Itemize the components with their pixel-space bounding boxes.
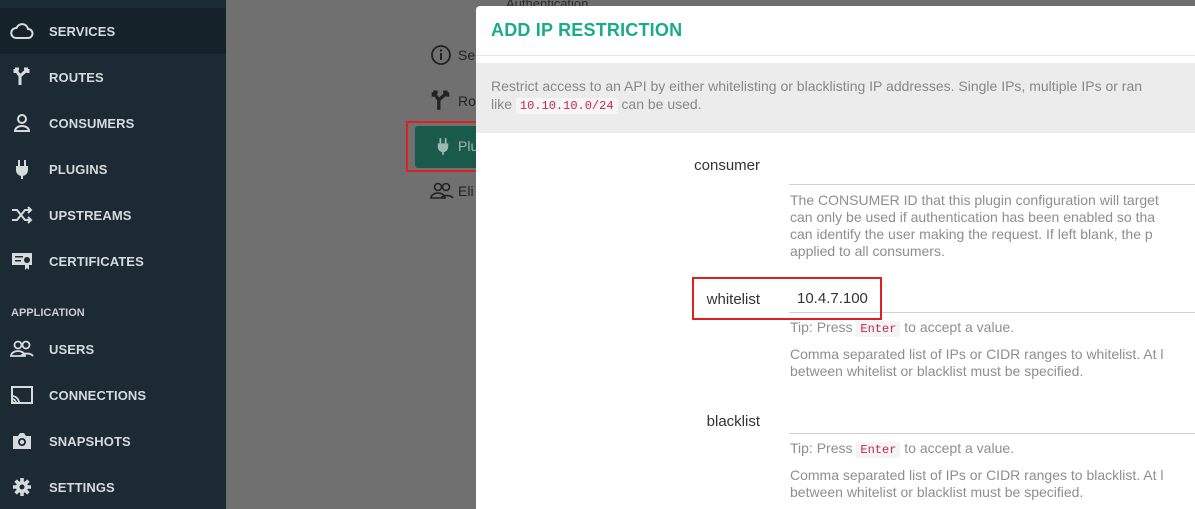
user-icon: [10, 111, 34, 135]
camera-icon: [10, 429, 34, 453]
enter-key: Enter: [856, 321, 901, 337]
sidebar-item-routes[interactable]: ROUTES: [0, 54, 226, 100]
help-line: The CONSUMER ID that this plugin configu…: [790, 192, 1159, 208]
plug-icon: [10, 157, 34, 181]
tip-suffix: to accept a value.: [904, 319, 1015, 335]
help-line: between whitelist or blacklist must be s…: [790, 363, 1084, 379]
cast-icon: [10, 383, 34, 407]
sidebar-item-label: CERTIFICATES: [49, 253, 144, 269]
sidebar-item-label: SETTINGS: [49, 479, 115, 495]
consumer-help: The CONSUMER ID that this plugin configu…: [790, 192, 1195, 260]
add-ip-restriction-modal: ADD IP RESTRICTION Restrict access to an…: [476, 6, 1195, 509]
sidebar-item-label: PLUGINS: [49, 161, 108, 177]
tab-label: Ro: [458, 93, 476, 109]
sidebar-item-consumers[interactable]: CONSUMERS: [0, 100, 226, 146]
blacklist-label: blacklist: [706, 413, 760, 430]
sidebar-item-label: SERVICES: [49, 23, 116, 39]
users-icon: [430, 182, 454, 200]
shuffle-icon: [10, 203, 34, 227]
consumer-field[interactable]: [789, 184, 1195, 185]
help-line: Comma separated list of IPs or CIDR rang…: [790, 346, 1164, 362]
blacklist-field[interactable]: [789, 433, 1195, 434]
content-overlay: [226, 0, 476, 509]
gear-icon: [10, 475, 34, 499]
sidebar-item-users[interactable]: USERS: [0, 326, 226, 372]
sidebar-item-label: SNAPSHOTS: [49, 433, 131, 449]
tab-routes[interactable]: Ro: [430, 90, 476, 112]
description-prefix: like: [491, 96, 513, 112]
description-line-1: Restrict access to an API by either whit…: [491, 78, 1143, 94]
blacklist-help: Comma separated list of IPs or CIDR rang…: [790, 467, 1195, 501]
sidebar-item-certificates[interactable]: CERTIFICATES: [0, 238, 226, 284]
sidebar-item-label: USERS: [49, 341, 95, 357]
sidebar-item-settings[interactable]: SETTINGS: [0, 464, 226, 509]
description-line-2: like 10.10.10.0/24 can be used.: [491, 95, 1191, 115]
sidebar-item-upstreams[interactable]: UPSTREAMS: [0, 192, 226, 238]
modal-description: Restrict access to an API by either whit…: [476, 63, 1195, 133]
tab-label: Eli: [458, 183, 474, 199]
whitelist-tip: Tip: Press Enter to accept a value.: [790, 319, 1195, 338]
routes-icon: [430, 90, 452, 112]
sidebar-item-label: UPSTREAMS: [49, 207, 132, 223]
description-suffix: can be used.: [621, 96, 702, 112]
help-line: Comma separated list of IPs or CIDR rang…: [790, 467, 1164, 483]
help-line: can identify the user making the request…: [790, 226, 1153, 242]
enter-key: Enter: [856, 442, 901, 458]
sidebar-item-label: ROUTES: [49, 69, 104, 85]
info-icon: [430, 44, 452, 66]
sidebar-item-snapshots[interactable]: SNAPSHOTS: [0, 418, 226, 464]
tip-prefix: Tip: Press: [790, 319, 853, 335]
sidebar: SERVICES ROUTES CONSUMERS PLUGINS UPSTRE…: [0, 0, 226, 509]
tab-label: Se: [458, 47, 476, 63]
sidebar-item-plugins[interactable]: PLUGINS: [0, 146, 226, 192]
tip-prefix: Tip: Press: [790, 440, 853, 456]
sidebar-item-connections[interactable]: CONNECTIONS: [0, 372, 226, 418]
sidebar-item-label: CONSUMERS: [49, 115, 135, 131]
description-code: 10.10.10.0/24: [515, 98, 618, 114]
highlight-box-whitelist: [692, 277, 882, 320]
sidebar-item-services[interactable]: SERVICES: [0, 8, 226, 54]
section-label-application: APPLICATION: [11, 307, 85, 319]
certificate-icon: [10, 249, 34, 273]
routes-icon: [10, 65, 34, 89]
whitelist-help: Comma separated list of IPs or CIDR rang…: [790, 346, 1195, 380]
tab-eligible-consumers[interactable]: Eli: [430, 182, 474, 200]
tip-suffix: to accept a value.: [904, 440, 1015, 456]
sidebar-item-label: CONNECTIONS: [49, 387, 147, 403]
help-line: applied to all consumers.: [790, 243, 945, 259]
blacklist-tip: Tip: Press Enter to accept a value.: [790, 440, 1195, 459]
cloud-icon: [10, 19, 34, 43]
tab-service[interactable]: Se: [430, 44, 475, 66]
help-line: between whitelist or blacklist must be s…: [790, 484, 1084, 500]
consumer-label: consumer: [694, 157, 760, 174]
help-line: can only be used if authentication has b…: [790, 209, 1156, 225]
modal-header: ADD IP RESTRICTION: [476, 6, 1195, 56]
users-icon: [10, 337, 34, 361]
modal-title: ADD IP RESTRICTION: [491, 20, 683, 40]
